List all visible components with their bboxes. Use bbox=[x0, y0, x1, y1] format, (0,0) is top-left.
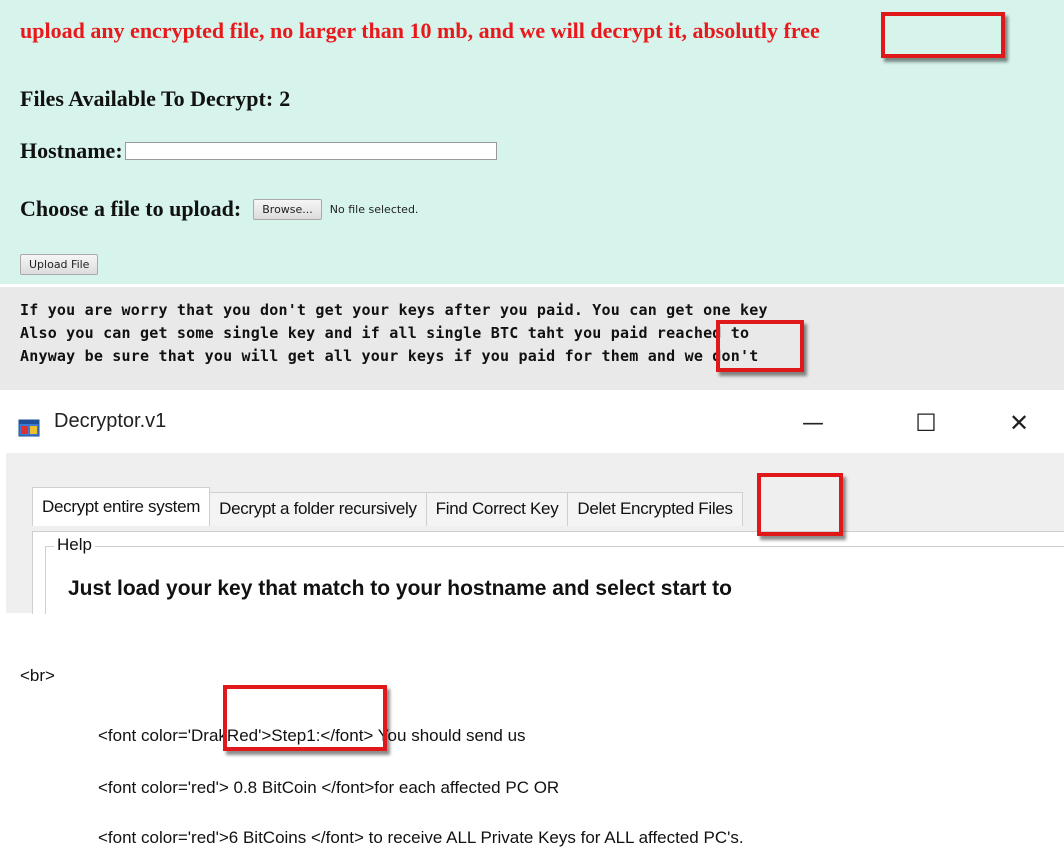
minimize-button[interactable]: — bbox=[790, 403, 836, 443]
tab-page: Help Just load your key that match to yo… bbox=[32, 531, 1064, 627]
maximize-button[interactable]: ☐ bbox=[903, 403, 949, 443]
files-count: 2 bbox=[279, 86, 291, 111]
hostname-input[interactable] bbox=[124, 142, 497, 160]
headline-text: upload any encrypted file, no larger tha… bbox=[20, 18, 820, 43]
help-group-title: Help bbox=[54, 535, 95, 555]
choose-file-row: Choose a file to upload: Browse... No fi… bbox=[20, 196, 418, 222]
highlight-absolutly bbox=[881, 12, 1005, 58]
tab-decrypt-folder[interactable]: Decrypt a folder recursively bbox=[209, 492, 427, 526]
tab-strip: Decrypt entire system Decrypt a folder r… bbox=[32, 487, 743, 526]
highlight-delet bbox=[757, 473, 843, 536]
choose-file-label: Choose a file to upload: bbox=[20, 196, 242, 221]
tab-decrypt-entire-system[interactable]: Decrypt entire system bbox=[32, 487, 211, 526]
close-button[interactable]: ✕ bbox=[996, 403, 1042, 443]
source-line: <font color='red'>6 BitCoins </font> to … bbox=[98, 828, 744, 847]
highlight-drakred bbox=[223, 685, 387, 751]
note-line: Also you can get some single key and if … bbox=[20, 324, 750, 342]
help-text: Just load your key that match to your ho… bbox=[68, 577, 732, 600]
no-file-selected-text: No file selected. bbox=[329, 202, 419, 216]
note-line: Anyway be sure that you will get all you… bbox=[20, 347, 759, 365]
window-title: Decryptor.v1 bbox=[54, 410, 167, 432]
source-line: <font color='red'> 0.8 BitCoin </font>fo… bbox=[98, 778, 560, 797]
tab-delete-encrypted-files[interactable]: Delet Encrypted Files bbox=[567, 492, 743, 526]
upload-file-button[interactable]: Upload File bbox=[20, 254, 99, 275]
decryptor-window: Decryptor.v1 — ☐ ✕ Decrypt entire system… bbox=[0, 391, 1064, 627]
files-label: Files Available To Decrypt: bbox=[20, 86, 274, 111]
tab-find-correct-key[interactable]: Find Correct Key bbox=[425, 492, 569, 526]
files-available: Files Available To Decrypt: 2 bbox=[20, 86, 290, 112]
hostname-row: Hostname: bbox=[20, 138, 497, 164]
app-window-icon bbox=[18, 419, 40, 437]
hostname-label: Hostname: bbox=[20, 138, 123, 163]
close-icon: ✕ bbox=[1008, 409, 1030, 437]
maximize-icon: ☐ bbox=[915, 409, 937, 437]
window-client-area: Decrypt entire system Decrypt a folder r… bbox=[6, 453, 1064, 627]
source-br-line: <br> bbox=[20, 666, 55, 685]
minimize-icon: — bbox=[802, 410, 824, 436]
html-source-panel: <br> <font color='DrakRed'>Step1:</font>… bbox=[0, 614, 1064, 850]
ransom-note-panel: If you are worry that you don't get your… bbox=[0, 287, 1064, 390]
note-line: If you are worry that you don't get your… bbox=[20, 301, 768, 319]
highlight-taht bbox=[716, 320, 804, 372]
browse-button[interactable]: Browse... bbox=[253, 198, 322, 220]
